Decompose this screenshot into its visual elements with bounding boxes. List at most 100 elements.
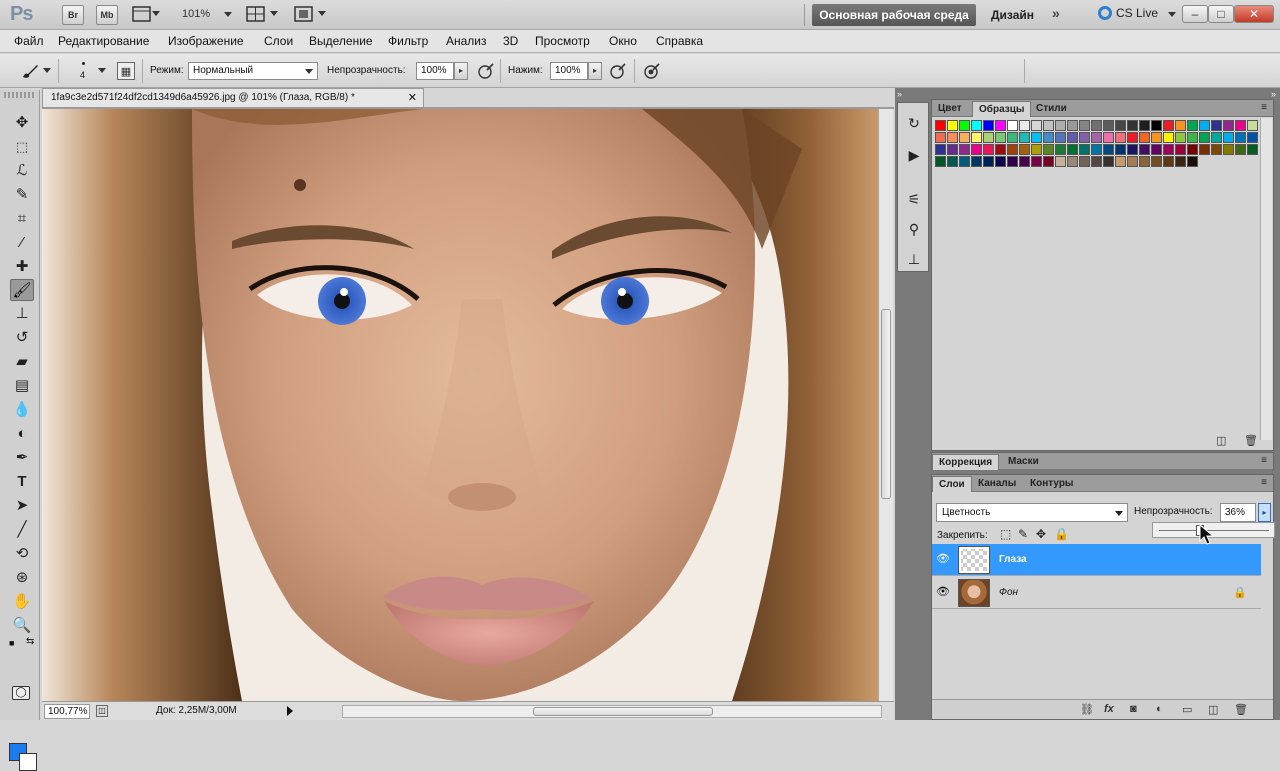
color-swatch[interactable] — [1163, 120, 1174, 131]
tablet-size-toggle[interactable] — [642, 62, 662, 82]
color-swatch[interactable] — [1139, 120, 1150, 131]
color-swatch[interactable] — [1031, 156, 1042, 167]
document-tab[interactable]: 1fa9c3e2d571f24df2cd1349d6a45926.jpg @ 1… — [42, 88, 424, 107]
color-swatch[interactable] — [935, 144, 946, 155]
quick-selection-tool-icon[interactable]: ✎ — [10, 184, 34, 206]
close-document-icon[interactable]: ✕ — [408, 89, 417, 107]
color-swatch[interactable] — [1079, 120, 1090, 131]
image-canvas[interactable] — [42, 109, 878, 701]
scroll-thumb[interactable] — [881, 309, 891, 499]
tab-masks[interactable]: Маски — [1002, 454, 1045, 470]
tab-paths[interactable]: Контуры — [1024, 476, 1079, 492]
color-swatch[interactable] — [1007, 132, 1018, 143]
type-tool-icon[interactable]: T — [10, 471, 34, 493]
actions-panel-icon[interactable]: ▶ — [904, 145, 924, 165]
color-swatch[interactable] — [1091, 156, 1102, 167]
color-swatch[interactable] — [1007, 144, 1018, 155]
color-swatch[interactable] — [1067, 144, 1078, 155]
color-swatch[interactable] — [947, 132, 958, 143]
blur-tool-icon[interactable]: 💧 — [10, 399, 34, 421]
color-swatch[interactable] — [1187, 132, 1198, 143]
tab-layers[interactable]: Слои — [932, 476, 972, 492]
color-swatch[interactable] — [1175, 120, 1186, 131]
pen-tool-icon[interactable]: ✒ — [10, 447, 34, 469]
brush-panel-toggle[interactable]: ▦ — [117, 62, 135, 80]
tab-color[interactable]: Цвет — [932, 101, 968, 117]
color-swatch[interactable] — [995, 132, 1006, 143]
color-swatch[interactable] — [995, 156, 1006, 167]
tool-presets-panel-icon[interactable]: ⊥ — [904, 249, 924, 269]
eraser-tool-icon[interactable]: ▰ — [10, 351, 34, 373]
color-swatch[interactable] — [1031, 132, 1042, 143]
swatches-scrollbar[interactable] — [1260, 118, 1272, 440]
vertical-scrollbar[interactable] — [878, 109, 893, 701]
color-swatch[interactable] — [1019, 132, 1030, 143]
status-menu-arrow[interactable] — [287, 706, 293, 716]
flow-input[interactable]: 100% — [550, 62, 588, 80]
color-swatch[interactable] — [1055, 144, 1066, 155]
tablet-opacity-toggle[interactable] — [476, 62, 496, 82]
color-swatch[interactable] — [1223, 144, 1234, 155]
color-swatch[interactable] — [935, 120, 946, 131]
quick-mask-icon[interactable]: ◯ — [12, 686, 30, 700]
color-swatch[interactable] — [1127, 120, 1138, 131]
color-swatch[interactable] — [1223, 132, 1234, 143]
color-swatch[interactable] — [1067, 132, 1078, 143]
clone-source-panel-icon[interactable]: ⚲ — [904, 219, 924, 239]
menu-view[interactable]: Просмотр — [535, 34, 590, 48]
healing-brush-tool-icon[interactable]: ✚ — [10, 256, 34, 278]
color-swatch[interactable] — [935, 156, 946, 167]
airbrush-toggle[interactable] — [608, 62, 628, 82]
panel-menu-icon[interactable]: ≡ — [1261, 455, 1267, 466]
color-swatch[interactable] — [1103, 120, 1114, 131]
lock-transparent-pixels-icon[interactable]: ⬚ — [1000, 527, 1011, 541]
color-swatch[interactable] — [1163, 132, 1174, 143]
color-swatch[interactable] — [1091, 120, 1102, 131]
color-swatch[interactable] — [1115, 144, 1126, 155]
color-swatch[interactable] — [1223, 120, 1234, 131]
hand-tool-icon[interactable]: ✋ — [10, 591, 34, 613]
color-swatch[interactable] — [1043, 120, 1054, 131]
color-swatch[interactable] — [947, 120, 958, 131]
color-swatch[interactable] — [947, 156, 958, 167]
color-swatch[interactable] — [1235, 120, 1246, 131]
lock-all-icon[interactable]: 🔒 — [1054, 527, 1069, 541]
color-swatch[interactable] — [1151, 120, 1162, 131]
delete-layer-icon[interactable]: 🗑 — [1234, 703, 1248, 716]
color-swatch[interactable] — [1187, 120, 1198, 131]
tab-swatches[interactable]: Образцы — [972, 101, 1032, 117]
menu-image[interactable]: Изображение — [168, 34, 244, 48]
color-swatch[interactable] — [971, 120, 982, 131]
opacity-input[interactable]: 100% — [416, 62, 454, 80]
color-swatch[interactable] — [959, 144, 970, 155]
zoom-level-select[interactable]: 101% — [182, 8, 232, 20]
color-swatch[interactable] — [1199, 132, 1210, 143]
color-swatch[interactable] — [1175, 132, 1186, 143]
3d-rotate-tool-icon[interactable]: ⟲ — [10, 543, 34, 565]
color-swatch[interactable] — [1151, 156, 1162, 167]
color-swatch[interactable] — [1043, 132, 1054, 143]
move-tool-icon[interactable]: ✥ — [10, 112, 34, 134]
workspace-design-button[interactable]: Дизайн — [991, 8, 1034, 22]
layer-row-background[interactable]: 👁 Фон 🔒 — [932, 577, 1261, 609]
color-swatch[interactable] — [1175, 144, 1186, 155]
horizontal-scrollbar[interactable] — [342, 705, 882, 718]
color-swatch[interactable] — [959, 156, 970, 167]
menu-3d[interactable]: 3D — [503, 34, 518, 48]
gradient-tool-icon[interactable]: ▤ — [10, 375, 34, 397]
view-extras-button[interactable] — [132, 5, 162, 25]
color-swatch[interactable] — [971, 156, 982, 167]
status-export-icon[interactable]: ◫ — [96, 705, 108, 717]
color-swatch[interactable] — [1235, 144, 1246, 155]
menu-layers[interactable]: Слои — [264, 34, 293, 48]
color-swatch[interactable] — [1127, 144, 1138, 155]
bridge-button[interactable]: Br — [62, 5, 84, 25]
color-swatch[interactable] — [1151, 144, 1162, 155]
color-swatch[interactable] — [1079, 132, 1090, 143]
line-shape-tool-icon[interactable]: ╱ — [10, 519, 34, 541]
layer-opacity-input[interactable]: 36% — [1220, 503, 1256, 522]
color-swatch[interactable] — [1247, 132, 1258, 143]
color-swatch[interactable] — [1187, 156, 1198, 167]
panel-menu-icon[interactable]: ≡ — [1261, 102, 1267, 113]
dock-collapse-arrows[interactable]: » — [897, 89, 902, 99]
